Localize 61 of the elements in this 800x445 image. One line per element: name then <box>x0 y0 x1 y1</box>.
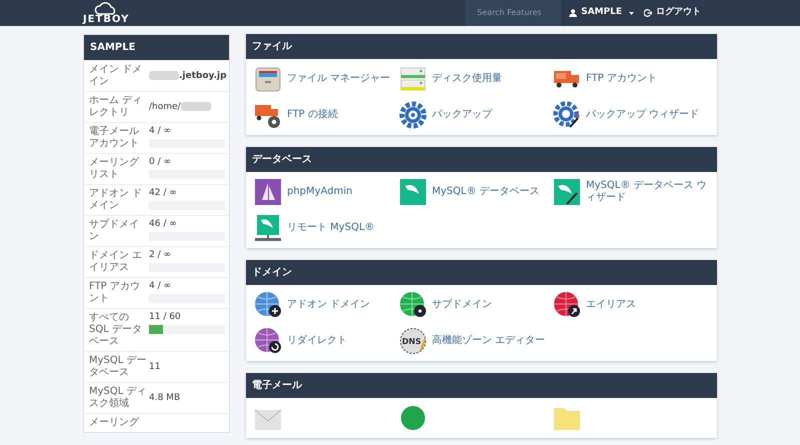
feature-link[interactable]: phpMyAdmin <box>254 178 399 206</box>
feature-link[interactable]: サブドメイン <box>399 291 553 319</box>
dolphin-network-icon <box>254 214 282 242</box>
panel-title: 電子メール <box>246 373 717 398</box>
caret-icon <box>626 10 636 16</box>
stat-value: 11 / 60 <box>149 312 181 323</box>
sidebar-title: SAMPLE <box>84 35 229 60</box>
feature-link[interactable]: エイリアス <box>553 291 715 319</box>
feature-link[interactable]: ファイル マネージャー <box>254 65 399 93</box>
stat-value: 2 / ∞ <box>149 250 171 261</box>
feature-link[interactable]: MySQL® データベース ウィザード <box>553 178 715 206</box>
dns-badge-icon: DNS <box>399 327 427 355</box>
feature-link[interactable]: バックアップ ウィザード <box>553 101 715 129</box>
stat-value: 4.8 MB <box>149 392 180 404</box>
panel-title: ファイル <box>246 34 717 59</box>
gear-icon <box>399 101 427 129</box>
logout-link[interactable]: ログアウト <box>644 6 701 20</box>
stat-label: メーリング <box>89 417 140 429</box>
stat-label: MySQL ディスク領域 <box>89 386 147 410</box>
stat-label: FTP アカウント <box>89 281 141 305</box>
stat-label: ホーム ディレクトリ <box>89 95 144 119</box>
sailboat-icon <box>254 178 282 206</box>
stat-label: アドオン ドメイン <box>89 188 144 212</box>
stat-value: 0 / ∞ <box>149 157 171 168</box>
feature-link[interactable]: FTP の接続 <box>254 101 399 129</box>
feature-link[interactable]: FTP アカウント <box>553 65 715 93</box>
stat-label: メーリングリスト <box>89 157 140 181</box>
server-drives-icon <box>399 65 427 93</box>
user-menu[interactable]: SAMPLE <box>569 6 636 20</box>
feature-link[interactable]: ディスク使用量 <box>399 65 553 93</box>
feature-link[interactable]: バックアップ <box>399 101 553 129</box>
stat-value: 11 <box>149 362 160 372</box>
circle-icon[interactable] <box>399 404 427 432</box>
feature-link[interactable]: リダイレクト <box>254 327 399 355</box>
stat-label: ドメイン エイリアス <box>89 250 144 274</box>
stat-value: .jetboy.jp <box>179 70 227 82</box>
stat-label: メイン ドメイン <box>89 64 144 88</box>
stat-value: 42 / ∞ <box>149 188 177 199</box>
panel-title: データベース <box>246 147 717 172</box>
stat-value: /home/ <box>149 102 181 112</box>
dolphin-wand-icon <box>553 178 581 206</box>
logo-text: JETBOY <box>83 14 130 24</box>
feature-link[interactable]: DNS 高機能ゾーン エディター <box>399 327 553 355</box>
feature-link[interactable]: MySQL® データベース <box>399 178 553 206</box>
search-field[interactable]: Search Features <box>465 0 562 26</box>
gear-wand-icon <box>553 101 581 129</box>
panel-title: ドメイン <box>246 260 717 285</box>
stat-value: 4 / ∞ <box>149 281 171 292</box>
dolphin-icon <box>399 178 427 206</box>
stat-value: 4 / ∞ <box>149 126 171 137</box>
search-input[interactable]: Search Features <box>477 7 556 19</box>
feature-link[interactable]: アドオン ドメイン <box>254 291 399 319</box>
stat-label: MySQL データベース <box>89 355 147 379</box>
cabinet-icon <box>254 65 282 93</box>
stat-label: すべての SQL データベース <box>89 312 143 348</box>
logout-icon <box>644 9 652 17</box>
stat-value: 46 / ∞ <box>149 219 177 230</box>
stat-label: 電子メールアカウント <box>89 126 140 150</box>
feature-link[interactable]: リモート MySQL® <box>254 214 399 242</box>
user-icon <box>569 9 578 17</box>
stat-label: サブドメイン <box>89 219 140 243</box>
